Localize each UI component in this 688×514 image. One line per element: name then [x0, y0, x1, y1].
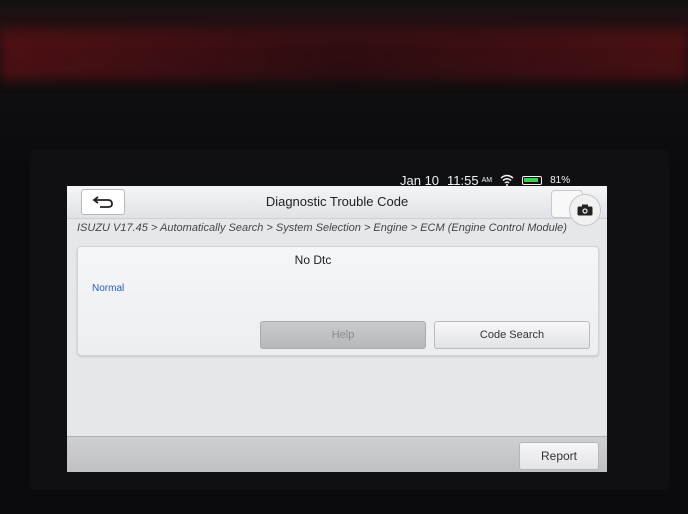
- bottom-toolbar: Report: [67, 436, 607, 472]
- dtc-panel: No Dtc Normal Help Code Search: [77, 246, 599, 356]
- battery-percent: 81%: [550, 174, 571, 186]
- back-arrow-icon: [92, 196, 113, 208]
- dtc-message: No Dtc: [294, 253, 332, 267]
- page-title: Diagnostic Trouble Code: [265, 194, 409, 209]
- help-button[interactable]: Help: [260, 321, 426, 349]
- title-bar: Diagnostic Trouble Code: [67, 186, 607, 219]
- battery-icon: [522, 175, 543, 185]
- photo-background: [0, 0, 688, 170]
- status-ampm: AM: [481, 176, 493, 184]
- breadcrumb: ISUZU V17.45 > Automatically Search > Sy…: [77, 222, 567, 234]
- system-status: Normal: [92, 283, 125, 294]
- wifi-icon: [500, 174, 514, 186]
- camera-icon: [577, 204, 593, 216]
- code-search-button[interactable]: Code Search: [434, 321, 590, 349]
- back-button[interactable]: [81, 189, 125, 215]
- background-glare: [0, 32, 688, 80]
- app-screen: Diagnostic Trouble Code ISUZU V17.45 > A…: [67, 186, 607, 472]
- report-button[interactable]: Report: [519, 442, 599, 470]
